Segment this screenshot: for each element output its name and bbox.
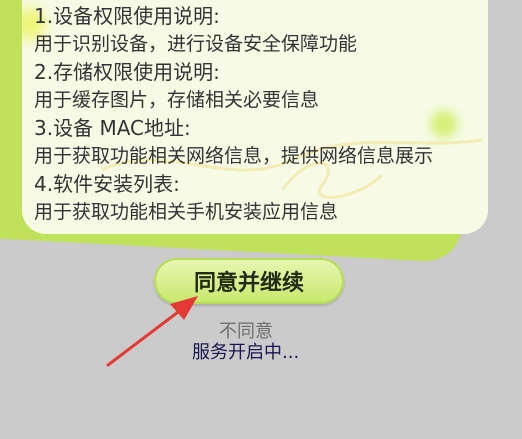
permission-apps-title: 4.软件安装列表:	[34, 172, 180, 196]
permission-device-desc: 用于识别设备，进行设备安全保障功能	[34, 33, 358, 55]
service-status-text: 服务开启中...	[192, 342, 300, 363]
agree-continue-button[interactable]: 同意并继续	[154, 258, 344, 304]
permissions-dialog-card: 1.设备权限使用说明: 用于识别设备，进行设备安全保障功能 2.存储权限使用说明…	[22, 0, 488, 234]
permission-device-title: 1.设备权限使用说明:	[34, 4, 220, 28]
permission-apps-desc: 用于获取功能相关手机安装应用信息	[34, 201, 339, 223]
permission-storage-desc: 用于缓存图片，存储相关必要信息	[34, 89, 320, 111]
permission-mac-desc: 用于获取功能相关网络信息，提供网络信息展示	[34, 145, 434, 167]
permission-mac-title: 3.设备 MAC地址:	[34, 116, 191, 140]
permission-storage-title: 2.存储权限使用说明:	[34, 60, 220, 84]
